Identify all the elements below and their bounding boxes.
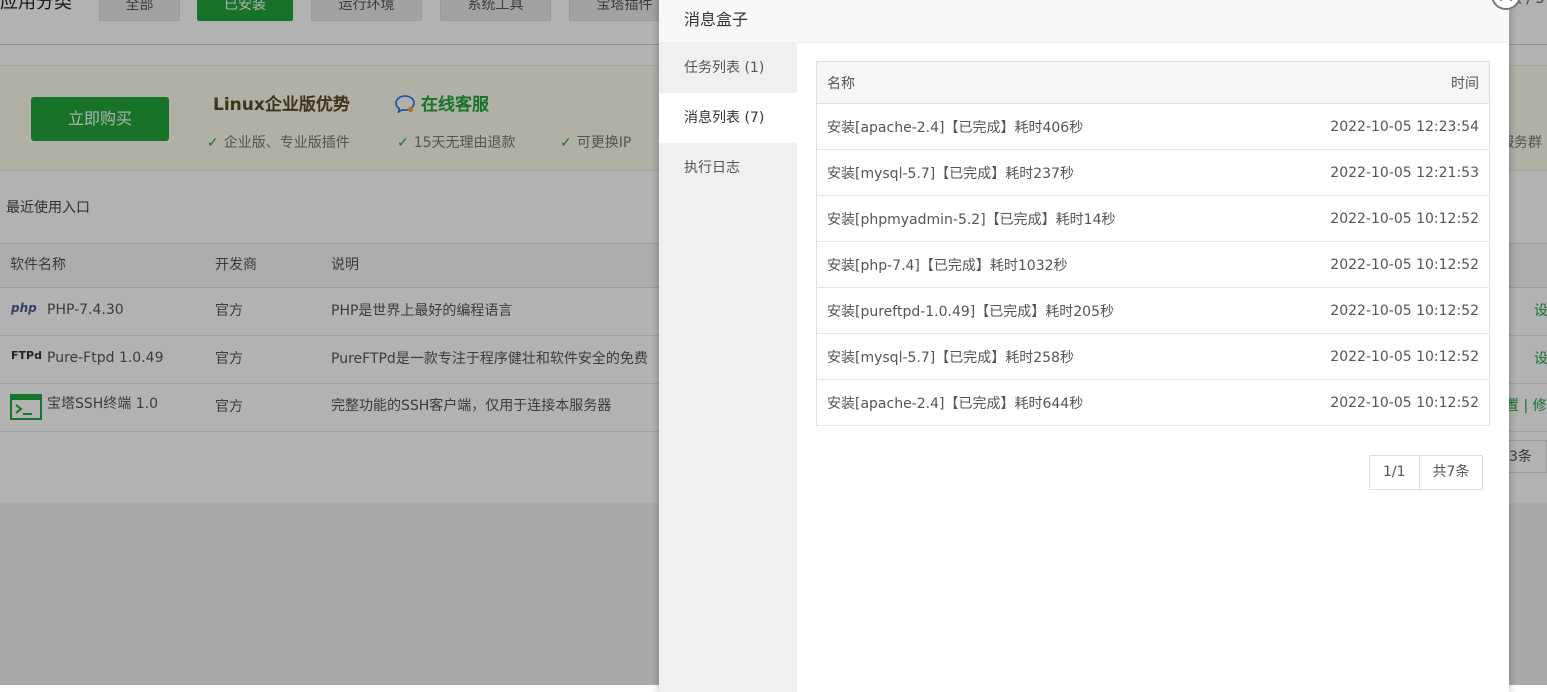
message-time: 2022-10-05 10:12:52 <box>1251 195 1490 242</box>
dialog-title-bar: 消息盒子 <box>659 0 1509 43</box>
message-name: 安装[phpmyadmin-5.2]【已完成】耗时14秒 <box>816 195 1252 242</box>
message-time: 2022-10-05 12:23:54 <box>1251 103 1490 150</box>
table-row[interactable]: 安装[apache-2.4]【已完成】耗时406秒 2022-10-05 12:2… <box>816 103 1490 150</box>
table-row[interactable]: 安装[mysql-5.7]【已完成】耗时258秒 2022-10-05 10:12… <box>816 333 1490 380</box>
message-name: 安装[pureftpd-1.0.49]【已完成】耗时205秒 <box>816 287 1252 334</box>
message-box-dialog: 消息盒子 任务列表 (1) 消息列表 (7) 执行日志 名称 时间 安装[apa… <box>659 0 1521 692</box>
table-row[interactable]: 安装[pureftpd-1.0.49]【已完成】耗时205秒 2022-10-05… <box>816 287 1490 334</box>
table-row[interactable]: 安装[phpmyadmin-5.2]【已完成】耗时14秒 2022-10-05 1… <box>816 195 1490 242</box>
message-pager: 1/1 共7条 <box>1369 455 1484 490</box>
column-name: 名称 <box>816 61 1252 104</box>
dialog-sidebar: 任务列表 (1) 消息列表 (7) 执行日志 <box>659 43 797 692</box>
tab-task-list[interactable]: 任务列表 (1) <box>659 43 797 93</box>
column-time: 时间 <box>1251 61 1490 104</box>
pager-total: 共7条 <box>1418 456 1483 489</box>
table-row[interactable]: 安装[apache-2.4]【已完成】耗时644秒 2022-10-05 10:1… <box>816 379 1490 426</box>
dialog-title: 消息盒子 <box>684 10 749 29</box>
pager-page[interactable]: 1/1 <box>1370 456 1419 489</box>
tab-execution-log[interactable]: 执行日志 <box>659 143 797 193</box>
message-time: 2022-10-05 10:12:52 <box>1251 287 1490 334</box>
message-time: 2022-10-05 10:12:52 <box>1251 241 1490 288</box>
message-name: 安装[apache-2.4]【已完成】耗时644秒 <box>816 379 1252 426</box>
message-table: 名称 时间 安装[apache-2.4]【已完成】耗时406秒 2022-10-0… <box>816 61 1490 426</box>
table-row[interactable]: 安装[mysql-5.7]【已完成】耗时237秒 2022-10-05 12:21… <box>816 149 1490 196</box>
message-name: 安装[php-7.4]【已完成】耗时1032秒 <box>816 241 1252 288</box>
tab-message-list[interactable]: 消息列表 (7) <box>659 93 797 143</box>
message-time: 2022-10-05 10:12:52 <box>1251 379 1490 426</box>
message-time: 2022-10-05 12:21:53 <box>1251 149 1490 196</box>
message-name: 安装[apache-2.4]【已完成】耗时406秒 <box>816 103 1252 150</box>
message-time: 2022-10-05 10:12:52 <box>1251 333 1490 380</box>
message-name: 安装[mysql-5.7]【已完成】耗时237秒 <box>816 149 1252 196</box>
table-row[interactable]: 安装[php-7.4]【已完成】耗时1032秒 2022-10-05 10:12:… <box>816 241 1490 288</box>
message-table-header: 名称 时间 <box>816 61 1490 104</box>
message-name: 安装[mysql-5.7]【已完成】耗时258秒 <box>816 333 1252 380</box>
